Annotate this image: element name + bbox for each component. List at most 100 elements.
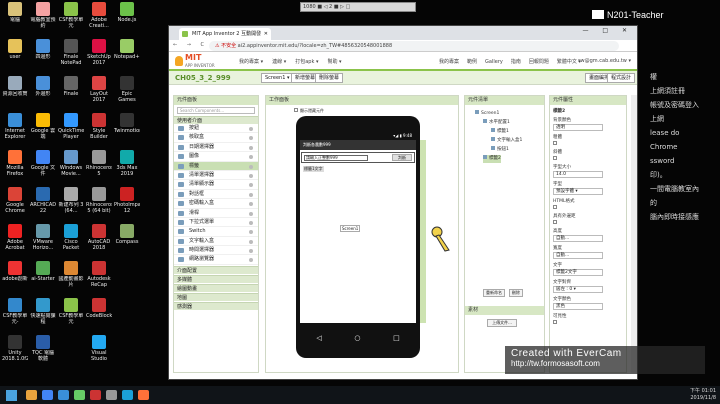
help-icon[interactable] (249, 183, 253, 188)
desktop-icon[interactable]: 外邊形 (30, 76, 56, 106)
desktop-icon[interactable]: adobe創新 (2, 261, 28, 291)
taskbar-app-icon[interactable] (74, 390, 85, 400)
palette-item[interactable]: 清單選擇器 (174, 171, 258, 181)
desktop-icon[interactable]: Adobe Acrobat DC (2, 224, 28, 254)
desktop-icon[interactable]: Twinmotion (114, 113, 140, 143)
preview-textbox[interactable]: 請輸入正整數999 (304, 155, 368, 161)
desktop-icon[interactable]: TQC 電腦軟體 (30, 335, 56, 365)
preview-label[interactable]: 標籤1文字 (303, 166, 324, 172)
property-checkbox[interactable] (550, 205, 626, 210)
desktop-icon[interactable]: CSF教學單元-ClienSide (2, 298, 28, 328)
palette-item[interactable]: 按鈕 (174, 124, 258, 134)
top-link[interactable]: 回報問題 (529, 59, 549, 65)
menu-item[interactable]: 我的專案 ▾ (239, 59, 263, 65)
checkbox-box[interactable] (553, 141, 557, 145)
taskbar-app-icon[interactable] (58, 390, 69, 400)
taskbar-app-icon[interactable] (106, 390, 117, 400)
top-link[interactable]: 範例 (467, 59, 477, 65)
preview-button[interactable]: 判斷 (392, 154, 412, 161)
desktop-icon[interactable]: ai-Starter (30, 261, 56, 291)
taskbar-app-icon[interactable] (90, 390, 101, 400)
palette-item[interactable]: 文字輸入盒 (174, 237, 258, 247)
palette-item[interactable]: 標籤 (174, 161, 258, 171)
desktop-icon[interactable]: CodeBlocks (86, 298, 112, 328)
tree-node[interactable]: Screen1 (475, 110, 499, 116)
palette-item[interactable]: 滑桿 (174, 209, 258, 218)
desktop-icon[interactable]: Visual Studio Code (86, 335, 112, 365)
top-link[interactable]: 我的專案 (439, 59, 459, 65)
property-checkbox[interactable] (550, 141, 626, 146)
delete-screen-button[interactable]: 刪除螢幕 (315, 73, 344, 83)
palette-item[interactable]: 網路瀏覽器 (174, 255, 258, 265)
palette-category[interactable]: 感測器 (174, 301, 258, 310)
tree-node[interactable]: 標籤1 (491, 128, 509, 134)
window-controls[interactable]: — □ ✕ (582, 27, 633, 34)
property-value[interactable]: 自動... (553, 235, 603, 242)
tree-node[interactable]: 水平配置1 (483, 119, 510, 125)
help-icon[interactable] (249, 127, 253, 131)
menu-item[interactable]: 幫助 ▾ (327, 59, 341, 65)
nav-buttons[interactable]: ← → C (173, 42, 208, 48)
palette-item[interactable]: 時間選擇器 (174, 246, 258, 256)
help-icon[interactable] (249, 136, 253, 141)
desktop-icon[interactable]: SketchUp 2017 (86, 39, 112, 69)
desktop-icon[interactable]: Cisco Packet Tracer (58, 224, 84, 254)
desktop-icon[interactable]: ARCHICAD 22 (30, 187, 56, 217)
desktop-icon[interactable]: 電腦教室預約 (30, 2, 56, 32)
desktop-icon[interactable]: Compass (114, 224, 140, 254)
desktop-icon[interactable]: CSF教學單元 (58, 2, 84, 32)
menu-item[interactable]: 打包apk ▾ (295, 59, 318, 65)
property-value[interactable]: 居左 : 0 ▾ (553, 286, 603, 293)
desktop-icon[interactable]: Node.js (114, 2, 140, 32)
desktop-icon[interactable]: VMware Horizo... (30, 224, 56, 254)
start-button-icon[interactable] (6, 390, 17, 401)
delete-button[interactable]: 刪除 (508, 289, 523, 297)
checkbox-box[interactable] (553, 156, 557, 160)
page-scrollbar[interactable] (631, 95, 637, 373)
property-value[interactable]: 透明 (553, 124, 603, 131)
help-icon[interactable] (249, 220, 253, 225)
desktop-icon[interactable]: Internet Explorer (2, 113, 28, 143)
taskbar-app-icon[interactable] (42, 390, 53, 400)
palette-item[interactable]: 圖像 (174, 152, 258, 162)
palette-item[interactable]: 清單顯示器 (174, 180, 258, 190)
phone-screen[interactable]: 判斷各農數999 請輸入正整數999 判斷 標籤1文字 Screen1 (300, 140, 416, 323)
account-menu[interactable]: sw@gm.cab.edu.tw ▾ (578, 58, 631, 64)
desktop-icon[interactable]: Finale NotePad (58, 39, 84, 69)
taskbar-app-icon[interactable] (26, 390, 37, 400)
checkbox-box[interactable] (553, 320, 557, 324)
desktop-icon[interactable]: PhotoImpact 12 (114, 187, 140, 217)
url-field[interactable]: ⚠ 不安全 ai2.appinventor.mit.edu/?locale=zh… (209, 41, 619, 51)
tree-node[interactable]: 標籤2 (483, 155, 501, 163)
help-icon[interactable] (249, 164, 253, 169)
desktop-icon[interactable]: 資源回收筒 (2, 76, 28, 106)
help-icon[interactable] (249, 155, 253, 160)
palette-item[interactable]: 核取盒 (174, 133, 258, 143)
palette-item[interactable]: Switch (174, 227, 258, 237)
tree-node[interactable]: 按鈕1 (491, 146, 509, 152)
desktop-icon[interactable]: Unity 2018.1.0f2 (2, 335, 28, 365)
property-checkbox[interactable] (550, 220, 626, 225)
close-tab-icon[interactable]: ✕ (264, 28, 268, 40)
palette-category[interactable]: 繪圖動畫 (174, 283, 258, 292)
desktop-icon[interactable]: Google 雲端 (30, 113, 56, 143)
palette-item[interactable]: 對話框 (174, 190, 258, 200)
taskbar-app-icon[interactable] (138, 390, 149, 400)
desktop-icon[interactable]: Mozilla Firefox (2, 150, 28, 180)
top-link[interactable]: Gallery (485, 59, 503, 65)
property-value[interactable]: 標籤2文字 (553, 269, 603, 276)
desktop-icon[interactable]: LayOut 2017 (86, 76, 112, 106)
property-checkbox[interactable] (550, 320, 626, 325)
top-link[interactable]: 指南 (511, 59, 521, 65)
checkbox-box[interactable] (553, 220, 557, 224)
desktop-icon[interactable]: Rhinoceros 5 (86, 150, 112, 180)
property-checkbox[interactable] (550, 156, 626, 161)
desktop-icon[interactable]: user (2, 39, 28, 69)
help-icon[interactable] (249, 230, 253, 235)
help-icon[interactable] (249, 202, 253, 207)
help-icon[interactable] (249, 145, 253, 150)
property-value[interactable]: 自動... (553, 252, 603, 259)
palette-category[interactable]: 介面配置 (174, 265, 258, 274)
property-value[interactable]: 黑色 (553, 303, 603, 310)
help-icon[interactable] (249, 249, 253, 254)
